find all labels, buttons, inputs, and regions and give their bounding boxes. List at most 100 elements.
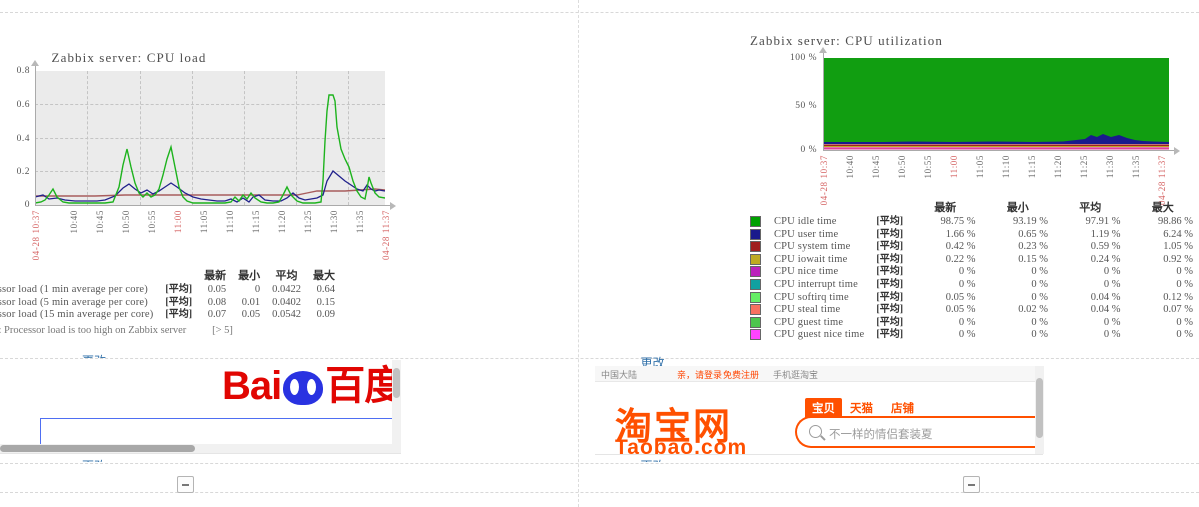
cpu-util-xtick-5: 11:00 <box>949 155 959 179</box>
baidu-horizontal-scrollbar[interactable] <box>0 444 392 453</box>
cpu-load-plot-area <box>35 71 385 205</box>
legend-value-avg: 0.0422 <box>272 284 301 295</box>
baidu-search-input[interactable] <box>40 418 401 447</box>
legend-item-func: [平均] <box>876 278 904 290</box>
widget-baidu: Bai 百度 更改 <box>0 360 578 462</box>
change-link-label: 更改 <box>82 354 106 358</box>
cpu-util-xtick-9: 11:20 <box>1053 155 1063 179</box>
legend-value-avg: 0.0402 <box>272 296 301 308</box>
legend-row: cessor load (5 min average per core) [平均… <box>0 297 341 310</box>
legend-value-avg: 0.59 % <box>1090 241 1121 253</box>
taobao-web-frame[interactable]: 中国大陆 亲，请登录 免费注册 手机逛淘宝 淘宝网 Taobao.com 宝贝 … <box>595 366 1043 455</box>
legend-row: CPU interrupt time [平均] 0 % 0 % 0 % 0 % <box>744 279 1199 292</box>
legend-row: CPU steal time [平均] 0.05 % 0.02 % 0.04 % 0.07… <box>744 304 1199 317</box>
legend-value-max: 0 % <box>1176 278 1193 290</box>
collapse-button-left[interactable] <box>177 476 194 493</box>
legend-row: CPU iowait time [平均] 0.22 % 0.15 % 0.24 % 0.9… <box>744 254 1199 267</box>
legend-header-min: 最小 <box>238 270 261 282</box>
legend-value-last: 0.42 % <box>945 241 976 253</box>
minus-icon <box>182 483 189 486</box>
legend-item-func: [平均] <box>876 253 904 265</box>
legend-item-func: [平均] <box>876 316 904 328</box>
minus-icon <box>968 483 975 486</box>
cpu-util-xtick-12: 11:35 <box>1131 155 1141 179</box>
legend-value-avg: 0.0542 <box>272 309 301 321</box>
taobao-logo-subtitle: Taobao.com <box>615 436 748 455</box>
cpu-load-xtick-9: 11:20 <box>277 210 287 234</box>
legend-color-swatch <box>744 266 768 279</box>
cpu-util-xtick-11: 11:30 <box>1105 155 1115 179</box>
change-link-taobao[interactable]: 更改 <box>580 457 962 462</box>
legend-color-swatch <box>744 228 768 242</box>
taobao-topbar-item-0[interactable]: 中国大陆 <box>601 368 637 381</box>
cpu-util-xtick-7: 11:10 <box>1001 155 1011 179</box>
legend-value-min: 0.02 % <box>1018 304 1048 316</box>
legend-item-name: CPU guest nice time <box>773 329 865 341</box>
change-link-label: 更改 <box>640 459 664 462</box>
change-link-cpu-load[interactable]: 更改 <box>0 352 383 358</box>
trigger-threshold: [> 5] <box>212 324 233 336</box>
legend-color-swatch <box>744 241 768 254</box>
legend-value-min: 0 % <box>1031 278 1048 290</box>
legend-value-max: 0 % <box>1176 329 1193 341</box>
legend-value-min: 0 % <box>1031 316 1048 328</box>
baidu-web-frame[interactable]: Bai 百度 <box>0 360 401 454</box>
legend-header-row: 最新 最小 平均 最大 <box>0 267 341 284</box>
legend-value-max: 6.24 % <box>1163 228 1193 240</box>
taobao-vertical-scrollbar[interactable] <box>1035 366 1044 454</box>
change-link-baidu[interactable]: 更改 <box>0 457 383 462</box>
legend-value-last: 98.75 % <box>940 216 976 227</box>
legend-value-last: 0 % <box>958 329 976 341</box>
trigger-name: 器: Processor load is too high on Zabbix … <box>0 324 187 336</box>
legend-value-last: 0 % <box>958 266 976 278</box>
legend-value-last: 1.66 % <box>945 228 976 240</box>
taobao-search-input[interactable]: 不一样的情侣套装夏 <box>795 416 1043 448</box>
legend-row: CPU idle time [平均] 98.75 % 93.19 % 97.91 % 98… <box>744 216 1199 229</box>
baidu-vertical-scrollbar[interactable] <box>392 360 401 453</box>
legend-item-name: CPU guest time <box>773 316 844 328</box>
cpu-util-xtick-0: 04-28 10:37 <box>819 155 829 206</box>
cpu-util-xtick-1: 10:40 <box>845 155 855 179</box>
cpu-load-ytick-2: 0.4 <box>16 134 30 144</box>
legend-color-swatch <box>744 291 768 305</box>
cpu-load-xtick-12: 11:35 <box>355 210 365 234</box>
taobao-topbar-item-1[interactable]: 亲，请登录 <box>677 368 722 381</box>
legend-value-avg: 1.19 % <box>1090 228 1121 240</box>
legend-value-max: 0 % <box>1176 266 1193 278</box>
cpu-load-xtick-0: 04-28 10:37 <box>31 210 41 261</box>
legend-item-name: CPU user time <box>773 228 839 240</box>
cpu-load-xtick-5: 11:00 <box>173 210 183 234</box>
baidu-logo-text-left: Bai <box>222 364 282 408</box>
legend-value-min: 0.15 % <box>1018 253 1048 265</box>
legend-item-name: CPU system time <box>773 241 851 253</box>
legend-value-max: 0.07 % <box>1163 304 1193 316</box>
cpu-load-xtick-2: 10:45 <box>95 210 105 234</box>
widget-taobao: 更改 中国大陆 亲，请登录 免费注册 手机逛淘宝 淘宝网 Taobao.com … <box>580 356 1199 462</box>
cpu-load-ytick-0: 0.8 <box>16 66 30 76</box>
cpu-load-xtick-10: 11:25 <box>303 210 313 234</box>
legend-item-func: [平均] <box>165 284 193 295</box>
taobao-tab-baobei[interactable]: 宝贝 <box>805 398 842 418</box>
legend-value-last: 0 % <box>958 316 976 328</box>
legend-row: CPU user time [平均] 1.66 % 0.65 % 1.19 % 6.24 … <box>744 229 1199 242</box>
legend-item-name: cessor load (1 min average per core) <box>0 284 148 295</box>
taobao-tab-tmall[interactable]: 天猫 <box>850 400 873 416</box>
taobao-tab-dianpu[interactable]: 店铺 <box>891 400 914 416</box>
legend-value-last: 0.05 <box>207 284 227 295</box>
legend-item-func: [平均] <box>165 309 193 321</box>
collapse-button-right[interactable] <box>963 476 980 493</box>
taobao-topbar-item-2[interactable]: 免费注册 <box>723 368 759 381</box>
legend-value-avg: 0.04 % <box>1090 304 1121 316</box>
legend-value-max: 0.15 <box>316 296 335 308</box>
legend-item-name: CPU idle time <box>773 216 837 227</box>
legend-header-avg: 平均 <box>275 270 298 282</box>
legend-item-name: cessor load (15 min average per core) <box>0 309 154 321</box>
cpu-utilization-x-arrow <box>1174 147 1180 155</box>
legend-value-min: 0.01 <box>241 296 261 308</box>
legend-value-min: 0 % <box>1031 266 1048 278</box>
baidu-paw-icon <box>283 371 324 405</box>
legend-value-min: 0 % <box>1031 329 1048 341</box>
legend-item-name: CPU iowait time <box>773 253 848 265</box>
legend-color-swatch <box>744 253 768 267</box>
taobao-topbar-item-3[interactable]: 手机逛淘宝 <box>773 368 818 381</box>
